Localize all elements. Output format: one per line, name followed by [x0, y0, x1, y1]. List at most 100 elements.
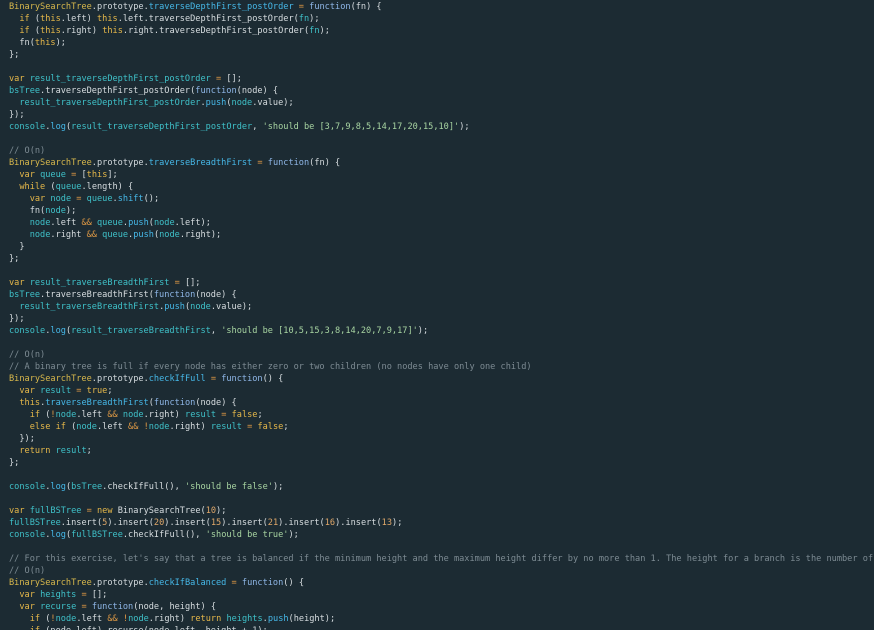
code-token: checkIfBalanced [148, 578, 227, 588]
code-token: = [205, 374, 222, 384]
code-token: (node, height) { [133, 602, 217, 612]
code-token: push [267, 614, 289, 624]
code-token: ); [392, 518, 403, 528]
code-token: BinarySearchTree( [117, 506, 206, 516]
code-token: }); [9, 314, 25, 324]
code-line: bsTree.traverseBreadthFirst(function(nod… [0, 289, 874, 301]
code-line: // O(n) [0, 145, 874, 157]
code-token: result_traverseBreadthFirst [19, 302, 160, 312]
code-token: = [71, 194, 87, 204]
code-token: .length) { [81, 182, 134, 192]
code-line: this.traverseBreadthFirst(function(node)… [0, 397, 874, 409]
code-token: false [257, 422, 284, 432]
code-token: result_traverseBreadthFirst [71, 326, 211, 336]
code-line: }); [0, 109, 874, 121]
code-token: result [210, 422, 242, 432]
code-token: []; [226, 74, 242, 84]
code-token: traverseDepthFirst_postOrder [148, 2, 294, 12]
code-line: var node = queue.shift(); [0, 193, 874, 205]
code-token: = [65, 170, 82, 180]
code-token: .left [76, 410, 108, 420]
code-token: result [55, 446, 87, 456]
code-token: fn( [9, 38, 35, 48]
code-token: fullBSTree [29, 506, 82, 516]
code-token: traverseBreadthFirst [45, 398, 149, 408]
code-token: = [226, 578, 242, 588]
code-token: ( [40, 614, 51, 624]
code-token: this [19, 398, 41, 408]
code-token: .traverseDepthFirst_postOrder( [40, 86, 196, 96]
code-token: console [9, 482, 46, 492]
code-token: checkIfFull [148, 374, 206, 384]
code-token: (); [143, 194, 160, 204]
code-token: ).insert( [107, 518, 154, 528]
code-token: = [252, 158, 268, 168]
code-token: log [50, 482, 66, 492]
code-token: ; [107, 386, 113, 396]
code-token: result_traverseDepthFirst_postOrder [19, 98, 201, 108]
code-line: while (queue.length) { [0, 181, 874, 193]
code-token: .right) [169, 422, 211, 432]
code-line: var queue = [this]; [0, 169, 874, 181]
code-token: () { [283, 578, 304, 588]
code-line: var recurse = function(node, height) { [0, 601, 874, 613]
code-token: && [81, 218, 92, 228]
code-token: fullBSTree [9, 518, 61, 528]
code-token: log [50, 326, 66, 336]
code-token: = [76, 602, 92, 612]
code-token: .insert( [60, 518, 103, 528]
code-token: function [153, 398, 196, 408]
code-token: var [19, 602, 35, 612]
code-token: console [9, 530, 46, 540]
code-token: []; [91, 590, 108, 600]
code-token: ); [216, 506, 227, 516]
code-token: return [190, 614, 222, 624]
code-token: push [164, 302, 185, 312]
code-line: BinarySearchTree.prototype.traverseBread… [0, 157, 874, 169]
code-token: prototype [96, 374, 144, 384]
code-token: 'should be true' [205, 530, 289, 540]
code-token: ).insert( [164, 518, 211, 528]
code-token: .right [50, 230, 87, 240]
code-token: = [293, 2, 310, 12]
code-token: if [19, 14, 30, 24]
code-token: node [50, 194, 72, 204]
code-token: queue [102, 230, 129, 240]
code-token: // O(n) [9, 350, 46, 360]
code-token: new [97, 506, 113, 516]
code-token: = [241, 422, 258, 432]
code-token: if [30, 626, 40, 630]
code-token: var [9, 506, 25, 516]
code-line: console.log(result_traverseDepthFirst_po… [0, 121, 874, 133]
code-token: ( [45, 182, 56, 192]
code-token: BinarySearchTree [9, 2, 92, 12]
code-token: node [148, 422, 170, 432]
code-token: }; [9, 50, 20, 60]
code-token: = [76, 590, 92, 600]
code-token: fn [298, 14, 310, 24]
code-editor[interactable]: BinarySearchTree.prototype.traverseDepth… [0, 0, 874, 630]
code-line: result_traverseDepthFirst_postOrder.push… [0, 97, 874, 109]
code-token: node [55, 410, 77, 420]
code-token: push [205, 98, 227, 108]
code-token: = [71, 386, 87, 396]
code-line: if (!node.left && !node.right) return he… [0, 613, 874, 625]
code-token: node [29, 218, 51, 228]
code-token: 10 [205, 506, 217, 516]
code-token: && [107, 614, 118, 624]
code-token: recurse [40, 602, 77, 612]
code-token: .checkIfFull(), [102, 482, 185, 492]
code-line: else if (node.left && !node.right) resul… [0, 421, 874, 433]
code-token: else if [29, 422, 66, 432]
code-line: node.left && queue.push(node.left); [0, 217, 874, 229]
code-token: .left.traverseDepthFirst_postOrder( [117, 14, 299, 24]
code-token: queue [97, 218, 123, 228]
